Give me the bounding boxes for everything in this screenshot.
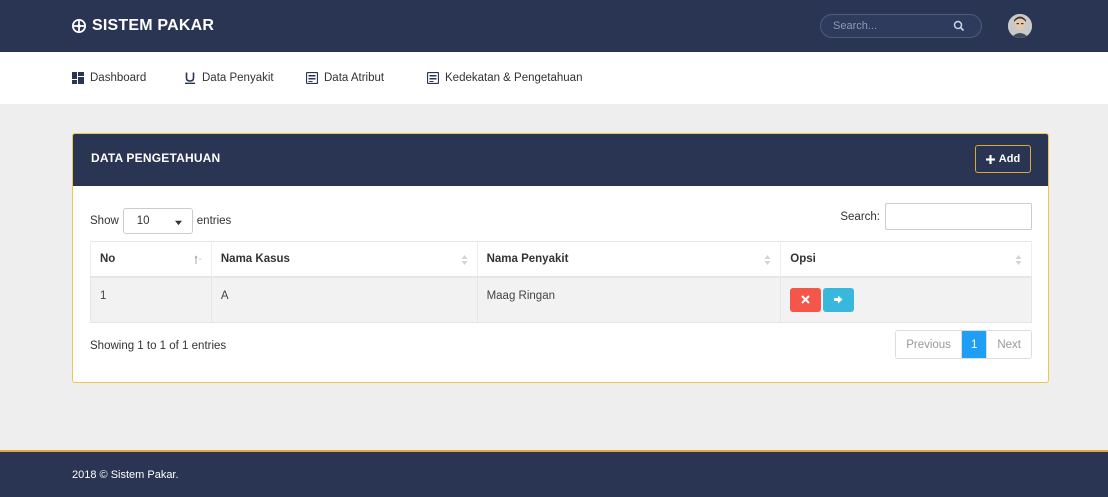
data-pengetahuan-panel: DATA PENGETAHUAN Add Show 10 entries Sea… <box>72 133 1049 383</box>
next-page-button[interactable]: Next <box>986 331 1031 358</box>
brand[interactable]: SISTEM PAKAR <box>72 17 214 35</box>
global-search <box>820 14 982 38</box>
sign-in-icon <box>834 295 843 304</box>
main-nav: Dashboard Data Penyakit Data Atribut Ked… <box>0 52 1108 104</box>
panel-header: DATA PENGETAHUAN Add <box>73 134 1048 186</box>
column-header-no[interactable]: No <box>90 241 212 278</box>
sort-icon <box>764 255 771 265</box>
nav-data-penyakit-label: Data Penyakit <box>202 72 274 84</box>
underline-icon <box>185 72 195 84</box>
add-button-label: Add <box>998 153 1021 165</box>
avatar[interactable] <box>1008 14 1032 38</box>
user-avatar-icon <box>1008 14 1032 38</box>
entries-label: entries <box>196 215 232 227</box>
list-icon <box>306 72 318 84</box>
add-button[interactable]: Add <box>975 145 1031 173</box>
plus-icon <box>985 154 995 164</box>
column-header-opsi[interactable]: Opsi <box>780 241 1032 278</box>
logo-icon <box>72 19 86 33</box>
list-icon <box>427 72 439 84</box>
nav-dashboard-label: Dashboard <box>90 72 147 84</box>
sort-ascending-icon <box>194 255 202 264</box>
sort-icon <box>1015 255 1022 265</box>
entries-select[interactable]: 10 <box>122 208 193 234</box>
previous-page-button[interactable]: Previous <box>896 331 961 358</box>
cell-nama-kasus: A <box>210 276 478 323</box>
page-button-current[interactable]: 1 <box>960 331 987 358</box>
cell-nama-penyakit: Maag Ringan <box>476 276 781 323</box>
cell-no: 1 <box>90 276 212 323</box>
close-icon <box>801 295 810 304</box>
footer: 2018 © Sistem Pakar. <box>0 450 1108 497</box>
top-bar: SISTEM PAKAR <box>0 0 1108 52</box>
table-search-label: Search: <box>840 210 880 223</box>
entries-length-control: Show 10 entries <box>90 208 231 234</box>
table-search: Search: <box>840 203 1032 230</box>
table-row: 1 A Maag Ringan <box>90 276 1032 323</box>
knowledge-table: No Nama Kasus Nama Penyakit Opsi 1 A Maa… <box>90 241 1032 323</box>
column-header-nama-kasus[interactable]: Nama Kasus <box>210 241 478 278</box>
sort-icon <box>461 255 468 265</box>
nav-data-atribut[interactable]: Data Atribut <box>306 72 384 84</box>
nav-kedekatan-pengetahuan[interactable]: Kedekatan & Pengetahuan <box>427 72 582 84</box>
table-search-input[interactable] <box>885 203 1032 230</box>
global-search-input[interactable] <box>833 18 951 34</box>
show-label: Show <box>90 215 119 227</box>
search-icon[interactable] <box>953 20 965 32</box>
footer-copyright: 2018 © Sistem Pakar. <box>72 469 179 481</box>
login-button[interactable] <box>823 287 855 312</box>
table-header-row: No Nama Kasus Nama Penyakit Opsi <box>90 241 1032 278</box>
column-header-nama-penyakit[interactable]: Nama Penyakit <box>476 241 781 278</box>
panel-title: DATA PENGETAHUAN <box>91 151 221 165</box>
cell-opsi <box>780 276 1032 323</box>
nav-data-penyakit[interactable]: Data Penyakit <box>184 72 274 84</box>
dashboard-icon <box>72 72 84 84</box>
nav-kedekatan-pengetahuan-label: Kedekatan & Pengetahuan <box>445 72 583 84</box>
delete-button[interactable] <box>790 287 822 312</box>
nav-dashboard[interactable]: Dashboard <box>72 72 146 84</box>
pagination: Previous 1 Next <box>895 330 1032 359</box>
table-info: Showing 1 to 1 of 1 entries <box>90 340 227 352</box>
entries-select-value: 10 <box>136 215 150 227</box>
chevron-down-icon <box>174 220 182 226</box>
nav-data-atribut-label: Data Atribut <box>324 72 385 84</box>
app-title: SISTEM PAKAR <box>92 17 215 34</box>
